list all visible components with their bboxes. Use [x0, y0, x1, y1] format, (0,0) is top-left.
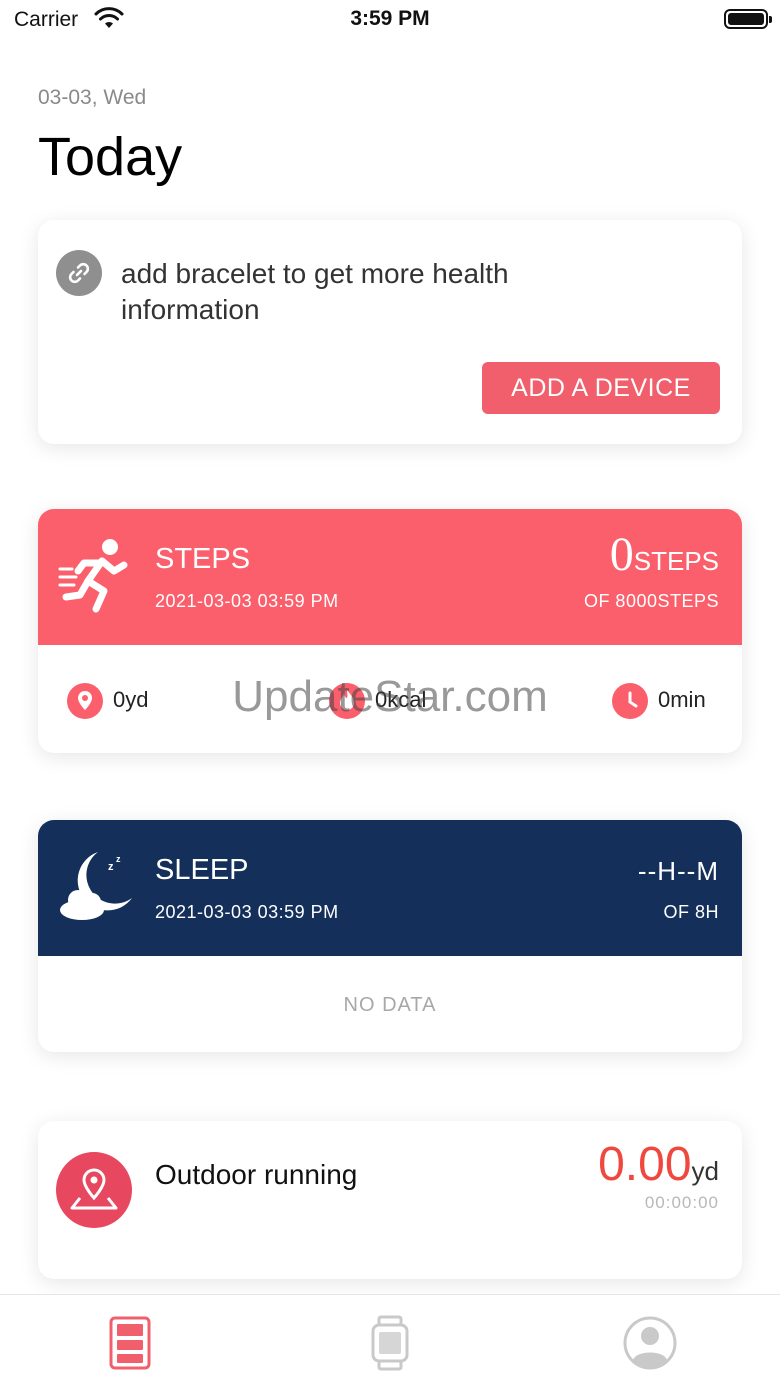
svg-text:z: z [116, 854, 121, 864]
run-distance-value: 0.00 [598, 1138, 692, 1191]
clock-icon [612, 683, 648, 719]
steps-unit: STEPS [633, 546, 719, 576]
link-icon [56, 250, 102, 296]
run-title: Outdoor running [155, 1159, 358, 1190]
svg-text:z: z [108, 861, 114, 873]
sleep-duration: --H--M [637, 856, 719, 886]
user-icon [623, 1316, 677, 1370]
location-pin-icon [67, 683, 103, 719]
tab-device[interactable] [360, 1313, 420, 1373]
distance-value: 0yd [113, 687, 149, 712]
running-person-icon [58, 539, 128, 613]
steps-title: STEPS [155, 543, 251, 575]
add-device-button[interactable]: ADD A DEVICE [482, 362, 720, 414]
steps-header: STEPS 2021-03-03 03:59 PM 0STEPS OF 8000… [38, 509, 742, 645]
battery-icon [724, 9, 772, 29]
moon-cloud-icon: z z [60, 852, 132, 920]
calories-value: 0kcal [375, 687, 427, 712]
status-bar: Carrier 3:59 PM [0, 0, 780, 40]
sleep-card[interactable]: z z SLEEP 2021-03-03 03:59 PM --H--M OF … [38, 820, 742, 1052]
dashboard-icon [109, 1316, 151, 1370]
run-time: 00:00:00 [644, 1193, 719, 1212]
tab-bar [0, 1294, 780, 1387]
steps-value: 0 [609, 528, 634, 581]
sleep-no-data: NO DATA [343, 994, 437, 1016]
date-label: 03-03, Wed [38, 86, 147, 109]
outdoor-running-card[interactable]: Outdoor running 0.00yd 00:00:00 [38, 1121, 742, 1279]
map-pin-icon [56, 1152, 132, 1228]
run-distance: 0.00yd [598, 1137, 719, 1192]
sleep-goal: OF 8H [663, 902, 719, 922]
sleep-title: SLEEP [155, 854, 249, 886]
sleep-header: z z SLEEP 2021-03-03 03:59 PM --H--M OF … [38, 820, 742, 956]
tab-home[interactable] [100, 1313, 160, 1373]
duration-value: 0min [658, 687, 706, 712]
steps-count: 0STEPS [610, 527, 719, 589]
tab-profile[interactable] [620, 1313, 680, 1373]
run-distance-unit: yd [691, 1156, 719, 1186]
status-time: 3:59 PM [350, 7, 430, 30]
add-device-card: add bracelet to get more health informat… [38, 220, 742, 444]
device-prompt-text: add bracelet to get more health informat… [121, 258, 509, 325]
steps-card[interactable]: STEPS 2021-03-03 03:59 PM 0STEPS OF 8000… [38, 509, 742, 753]
watch-icon [371, 1315, 409, 1371]
steps-timestamp: 2021-03-03 03:59 PM [155, 591, 339, 611]
sleep-timestamp: 2021-03-03 03:59 PM [155, 902, 339, 922]
flame-icon [329, 683, 365, 719]
page-title: Today [38, 127, 183, 187]
steps-goal: OF 8000STEPS [583, 591, 719, 611]
